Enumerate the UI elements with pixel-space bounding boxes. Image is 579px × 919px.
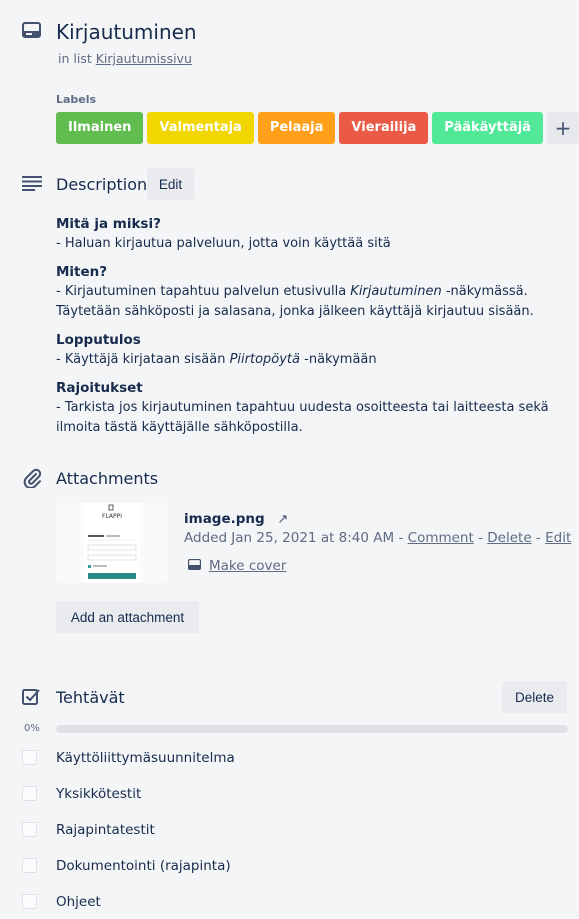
in-list-prefix: in list [58,51,92,66]
comment-link[interactable]: Comment [408,530,474,546]
checklist-item-label[interactable]: Rajapintatestit [56,822,155,838]
checklist-item-label[interactable]: Käyttöliittymäsuunnitelma [56,750,235,766]
attachments-title: Attachments [56,469,159,488]
edit-attachment-link[interactable]: Edit [545,530,571,546]
desc-heading-3: Lopputulos [56,332,141,348]
desc-text-2: - Kirjautuminen tapahtuu palvelun etusiv… [56,284,534,319]
thumb-brand-text: FLAPPI [102,513,122,520]
desc-text-4: - Tarkista jos kirjautuminen tapahtuu uu… [56,400,549,435]
checkbox[interactable] [22,858,37,873]
labels-heading: Labels [56,93,97,106]
add-label-button[interactable]: + [546,112,579,144]
attachment-name[interactable]: image.png ↗ [184,511,288,527]
checkbox[interactable] [22,822,37,837]
in-list-text: in list Kirjautumissivu [58,51,192,66]
progress-percent: 0% [24,723,40,734]
checklist-item-label[interactable]: Dokumentointi (rajapinta) [56,858,231,874]
checkbox[interactable] [22,786,37,801]
open-external-icon[interactable]: ↗ [277,512,288,527]
paperclip-icon [22,468,42,489]
checklist-item: Yksikkötestit [22,786,141,802]
checkbox[interactable] [22,750,37,765]
attachment-thumbnail[interactable]: FLAPPI [56,503,168,583]
attachment-meta: Added Jan 25, 2021 at 8:40 AM - Comment … [184,530,572,546]
checklist-icon [22,688,42,708]
card-title[interactable]: Kirjautuminen [56,19,197,45]
description-body[interactable]: Mitä ja miksi? - Haluan kirjautua palvel… [56,214,566,438]
description-title: Description [56,175,148,194]
make-cover-label: Make cover [209,558,287,574]
attachment-added: Added Jan 25, 2021 at 8:40 AM [184,530,395,546]
desc-heading-4: Rajoitukset [56,380,143,396]
label-ilmainen[interactable]: Ilmainen [56,112,144,144]
delete-checklist-button[interactable]: Delete [502,681,567,713]
label-pelaaja[interactable]: Pelaaja [257,112,336,144]
checklist-title: Tehtävät [56,688,125,707]
list-link[interactable]: Kirjautumissivu [96,51,192,66]
checklist-item: Käyttöliittymäsuunnitelma [22,750,235,766]
desc-text-1: - Haluan kirjautua palveluun, jotta voin… [56,236,391,251]
labels-row: Ilmainen Valmentaja Pelaaja Vierailija P… [56,112,579,144]
checklist-item: Rajapintatestit [22,822,155,838]
checklist-item: Ohjeet [22,894,101,910]
label-vierailija[interactable]: Vierailija [339,112,429,144]
desc-heading-1: Mitä ja miksi? [56,216,161,232]
desc-text-3: - Käyttäjä kirjataan sisään Piirtopöytä … [56,352,377,367]
card-cover-icon [187,558,202,574]
checklist-item-label[interactable]: Ohjeet [56,894,101,910]
progress-bar [56,725,568,733]
label-valmentaja[interactable]: Valmentaja [147,112,254,144]
checklist-item: Dokumentointi (rajapinta) [22,858,231,874]
make-cover-link[interactable]: Make cover [187,558,287,574]
description-icon [22,175,42,195]
card-icon [22,22,41,39]
checkbox[interactable] [22,894,37,909]
desc-heading-2: Miten? [56,264,108,280]
delete-attachment-link[interactable]: Delete [487,530,531,546]
edit-description-button[interactable]: Edit [147,168,194,200]
checklist-item-label[interactable]: Yksikkötestit [56,786,141,802]
label-paakayttaja[interactable]: Pääkäyttäjä [432,112,543,144]
add-attachment-button[interactable]: Add an attachment [56,601,199,633]
